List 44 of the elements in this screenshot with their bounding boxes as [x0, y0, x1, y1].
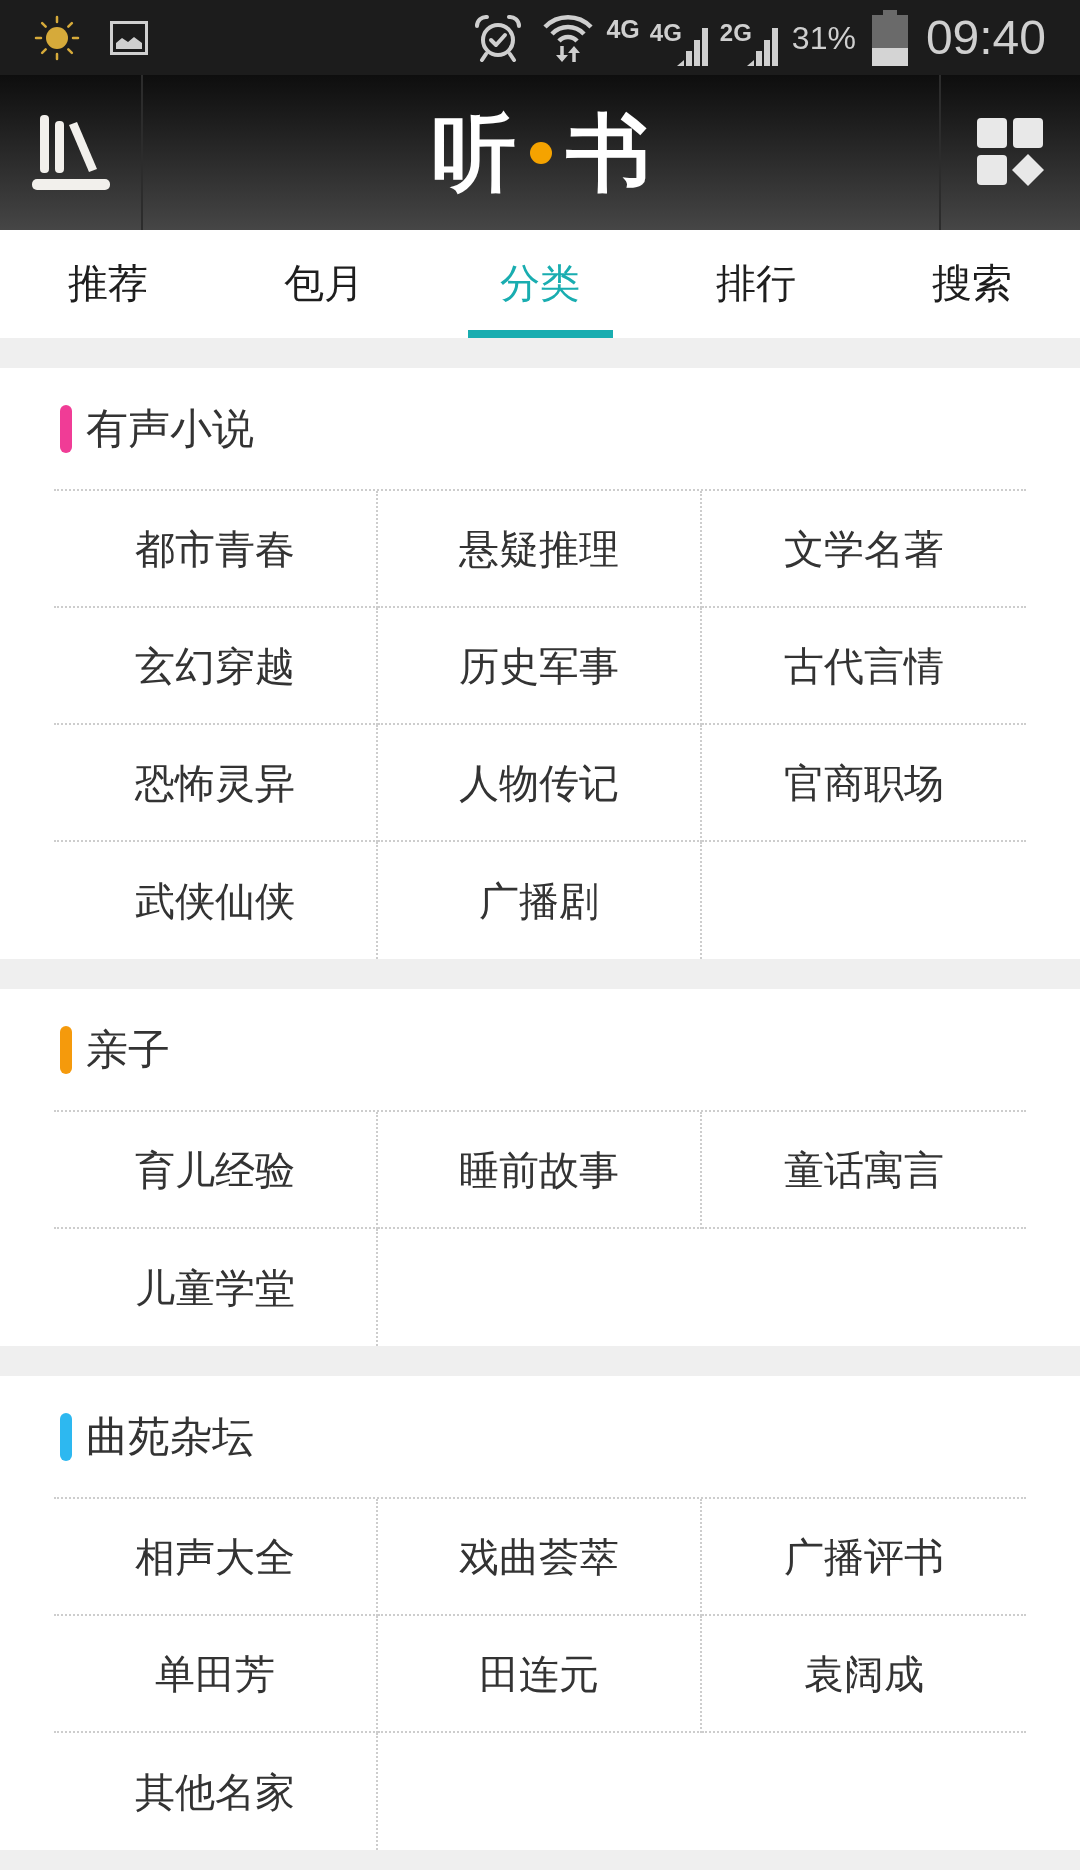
category-item[interactable]: 玄幻穿越	[54, 608, 378, 725]
network-type-label: 4G	[606, 16, 640, 42]
battery-percentage: 31%	[791, 21, 856, 54]
app-logo-text: 听	[432, 110, 516, 195]
grid-menu-icon	[976, 117, 1045, 188]
category-item[interactable]: 戏曲荟萃	[378, 1499, 702, 1616]
category-item[interactable]: 悬疑推理	[378, 491, 702, 608]
section-title: 亲子	[86, 1028, 170, 1071]
battery-icon	[871, 9, 908, 66]
wifi-icon	[542, 12, 595, 63]
tab[interactable]: 排行	[648, 230, 864, 338]
network-type-label: 4G	[649, 20, 682, 45]
dot-icon	[530, 141, 552, 164]
section-title: 有声小说	[86, 407, 254, 450]
category-item[interactable]: 儿童学堂	[54, 1229, 378, 1346]
category-item[interactable]: 相声大全	[54, 1499, 378, 1616]
category-item[interactable]: 袁阔成	[702, 1616, 1026, 1733]
image-icon	[110, 20, 148, 55]
category-item[interactable]: 睡前故事	[378, 1112, 702, 1229]
category-item[interactable]: 田连元	[378, 1616, 702, 1733]
tab[interactable]: 推荐	[0, 230, 216, 338]
category-item[interactable]: 文学名著	[702, 491, 1026, 608]
tab[interactable]: 搜索	[864, 230, 1080, 338]
category-item[interactable]: 古代言情	[702, 608, 1026, 725]
network-type-label: 2G	[719, 20, 752, 45]
category-item[interactable]: 官商职场	[702, 725, 1026, 842]
brightness-icon	[34, 14, 80, 61]
app-logo-text: 书	[566, 110, 650, 195]
section-title: 曲苑杂坛	[86, 1415, 254, 1458]
category-item[interactable]: 恐怖灵异	[54, 725, 378, 842]
category-item[interactable]: 广播评书	[702, 1499, 1026, 1616]
category-item[interactable]: 广播剧	[378, 842, 702, 959]
category-item[interactable]: 单田芳	[54, 1616, 378, 1733]
category-item[interactable]: 历史军事	[378, 608, 702, 725]
tab[interactable]: 包月	[216, 230, 432, 338]
category-item[interactable]: 人物传记	[378, 725, 702, 842]
clock-time: 09:40	[925, 13, 1046, 62]
category-item[interactable]: 都市青春	[54, 491, 378, 608]
alarm-clock-icon	[474, 13, 523, 62]
bookshelf-icon	[30, 112, 111, 193]
category-item[interactable]: 其他名家	[54, 1733, 378, 1850]
category-item[interactable]: 童话寓言	[702, 1112, 1026, 1229]
category-item[interactable]: 武侠仙侠	[54, 842, 378, 959]
category-item[interactable]: 育儿经验	[54, 1112, 378, 1229]
